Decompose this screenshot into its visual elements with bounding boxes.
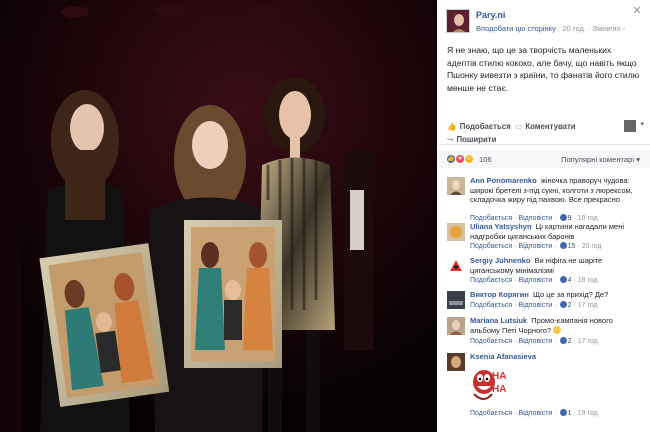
post-text: Я не знаю, що це за творчість маленьких … — [447, 45, 640, 93]
post-photo[interactable] — [0, 0, 437, 432]
comment-like-link[interactable]: Подобається — [470, 277, 512, 284]
avatar-image — [447, 257, 465, 275]
comment-author[interactable]: Ksenia Afanasieva — [470, 352, 536, 361]
comment-like-count[interactable]: 9 — [568, 215, 572, 222]
avatar-image — [447, 177, 465, 195]
comment-time[interactable]: 19 год — [578, 215, 598, 222]
post-time[interactable]: 20 год. — [563, 24, 586, 33]
comment-body: Sergiy Juhnenko Ви нiфiга не шарiте цига… — [470, 256, 642, 275]
comment-reply-link[interactable]: Відповісти — [518, 338, 552, 345]
comment-time[interactable]: 17 год — [578, 338, 598, 345]
comment-author[interactable]: Uliana Yatsyshyn — [470, 222, 532, 231]
comment-avatar[interactable] — [447, 317, 465, 335]
like-count-icon — [559, 337, 567, 344]
comment-footer: Подобається · Відповісти · 2 · 17 год — [470, 337, 598, 345]
sort-label: Популярні коментарі — [561, 155, 635, 164]
comment-body: Uliana Yatsyshyn Ці картини нагадали мен… — [470, 222, 642, 241]
comment-like-link[interactable]: Подобається — [470, 215, 512, 222]
share-arrow-icon: ↪ — [447, 135, 454, 144]
meta-separator: · — [557, 24, 561, 33]
comment-text: Що це за прихід? Де? — [532, 290, 609, 299]
page-avatar[interactable] — [446, 9, 470, 33]
comment-footer: Подобається · Відповісти · 15 · 20 год — [470, 242, 602, 250]
comment-like-count[interactable]: 1 — [568, 410, 572, 417]
comment-like-count[interactable]: 15 — [568, 243, 576, 250]
viewer-avatar[interactable] — [624, 120, 636, 132]
post-side-panel: ✕ Pary.ni Вподобати цю сторінку · 20 год… — [437, 0, 650, 432]
comment-author[interactable]: Ann Ponomarenko — [470, 176, 537, 185]
like-button[interactable]: 👍 Подобається — [447, 122, 511, 131]
caret-down-icon[interactable]: ▾ — [640, 120, 644, 128]
comment-reply-link[interactable]: Відповісти — [518, 277, 552, 284]
avatar-image — [447, 10, 469, 32]
comment-reply-link[interactable]: Відповісти — [518, 243, 552, 250]
comment-body: Mariana Lutsiuk Промо-кампанія нового ал… — [470, 316, 642, 335]
comment-button[interactable]: ▭ Коментувати — [515, 122, 576, 131]
comment-time[interactable]: 20 год — [582, 243, 602, 250]
comment-author[interactable]: Виктор Корягин — [470, 290, 529, 299]
comment-time[interactable]: 18 год — [578, 277, 598, 284]
comment-footer: Подобається · Відповісти · 1 · 19 год — [470, 409, 598, 417]
avatar-image — [447, 353, 465, 371]
thumbs-up-icon: 👍 — [447, 122, 457, 131]
privacy-icon: ◦ — [622, 24, 626, 33]
post-actions-bar: 👍 Подобається ▭ Коментувати ↪ Поширити ▾ — [437, 117, 650, 145]
comment-time[interactable]: 17 год — [578, 302, 598, 309]
comment-author[interactable]: Mariana Lutsiuk — [470, 316, 527, 325]
comment-like-link[interactable]: Подобається — [470, 243, 512, 250]
like-count-icon — [559, 276, 567, 283]
haha-reaction-icon[interactable]: ☺ — [464, 154, 474, 164]
photo-canvas — [0, 0, 437, 432]
comment-label: Коментувати — [525, 122, 576, 131]
comment-footer: Подобається · Відповісти · 4 · 18 год — [470, 276, 598, 284]
comment-like-count[interactable]: 4 — [568, 277, 572, 284]
avatar-image — [447, 317, 465, 335]
post-header: Pary.ni Вподобати цю сторінку · 20 год. … — [437, 0, 650, 33]
speech-bubble-icon: ▭ — [515, 122, 523, 131]
like-count-icon — [559, 409, 567, 416]
meta-separator: · — [588, 24, 591, 33]
comment-avatar[interactable] — [447, 177, 465, 195]
comment-reply-link[interactable]: Відповісти — [518, 410, 552, 417]
page-name[interactable]: Pary.ni — [476, 10, 505, 20]
comment-body: Ksenia Afanasieva — [470, 352, 642, 362]
edited-label[interactable]: Змінено — [593, 24, 621, 33]
comment-like-link[interactable]: Подобається — [470, 302, 512, 309]
comment-avatar[interactable] — [447, 257, 465, 275]
like-count-icon — [559, 242, 567, 249]
comment-like-count[interactable]: 2 — [568, 338, 572, 345]
comment-avatar[interactable] — [447, 353, 465, 371]
comment-avatar[interactable] — [447, 291, 465, 309]
comment-reply-link[interactable]: Відповісти — [518, 215, 552, 222]
like-label: Подобається — [459, 122, 511, 131]
confused-emoji-icon — [553, 325, 562, 334]
like-count-icon — [559, 214, 567, 221]
comment-footer: Подобається · Відповісти · 2 · 17 год — [470, 301, 598, 309]
comment-author[interactable]: Sergiy Juhnenko — [470, 256, 530, 265]
comment-body: Ann Ponomarenko жіночка праворуч чудова:… — [470, 176, 642, 205]
like-count-icon — [559, 301, 567, 308]
comment-footer: Подобається · Відповісти · 9 · 19 год — [470, 214, 598, 222]
reactions-bar: 👍 ♥ ☺ 106 Популярні коментарі ▾ — [437, 150, 650, 168]
comment-time[interactable]: 19 год — [578, 410, 598, 417]
comment-like-count[interactable]: 2 — [568, 302, 572, 309]
share-button[interactable]: ↪ Поширити — [447, 135, 496, 144]
comment-like-link[interactable]: Подобається — [470, 338, 512, 345]
comment-like-link[interactable]: Подобається — [470, 410, 512, 417]
caret-down-icon: ▾ — [636, 155, 640, 164]
avatar-image — [447, 291, 465, 309]
comment-body: Виктор Корягин Що це за прихід? Де? — [470, 290, 642, 300]
reaction-count[interactable]: 106 — [479, 155, 492, 164]
share-label: Поширити — [456, 135, 497, 144]
post-meta: Вподобати цю сторінку · 20 год. · Змінен… — [476, 24, 625, 33]
comment-avatar[interactable] — [447, 223, 465, 241]
sticker-text: HA HA — [492, 371, 507, 395]
comment-sort-dropdown[interactable]: Популярні коментарі ▾ — [561, 155, 640, 164]
avatar-image — [447, 223, 465, 241]
embed-page-like-link[interactable]: Вподобати цю сторінку — [476, 24, 556, 33]
comment-reply-link[interactable]: Відповісти — [518, 302, 552, 309]
haha-sticker[interactable]: HA HA — [470, 364, 520, 406]
